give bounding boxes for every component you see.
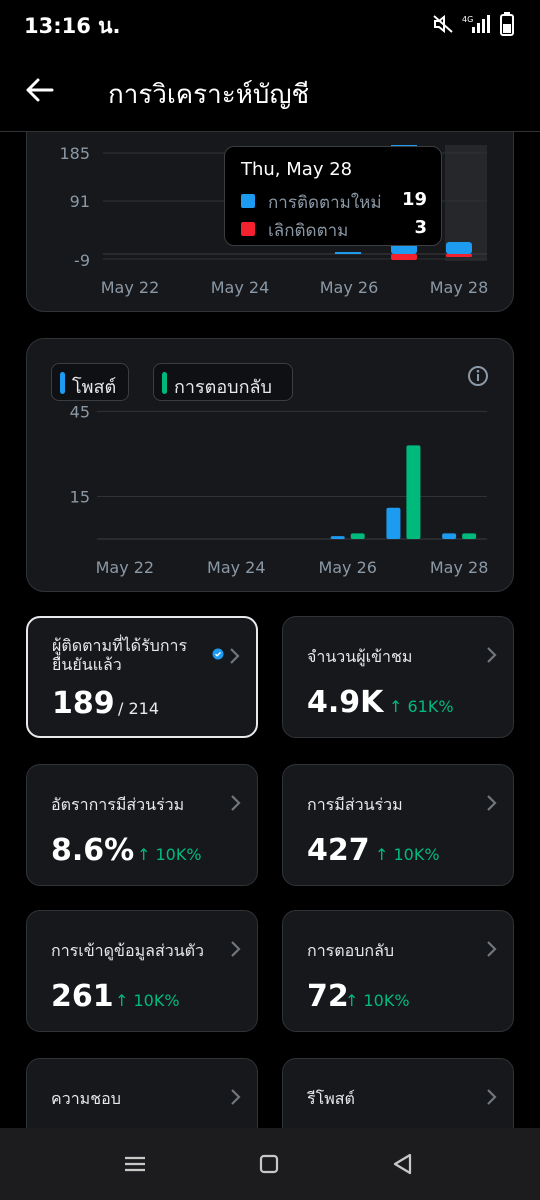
x-tick-label: May 26 — [320, 278, 379, 297]
chevron-right-icon — [487, 647, 497, 663]
stat-label: การมีส่วนร่วม — [307, 795, 403, 814]
chevron-right-icon — [231, 1089, 241, 1105]
svg-text:4G: 4G — [462, 15, 473, 24]
stat-label: รีโพสต์ — [307, 1089, 355, 1108]
bar-new-follows — [446, 242, 472, 254]
y-tick-label: -9 — [74, 251, 90, 270]
bar-new-follows — [335, 252, 361, 254]
stat-card-impressions[interactable]: จำนวนผู้เข้าชม 4.9K ↑ 61K% — [282, 616, 514, 738]
battery-icon — [500, 12, 514, 36]
tooltip-row: การติดตามใหม่ 19 — [241, 189, 427, 213]
bar-posts — [330, 536, 345, 539]
stat-change: ↑ 10K% — [345, 991, 410, 1010]
y-tick-label: 45 — [70, 402, 90, 421]
tooltip-date: Thu, May 28 — [241, 159, 353, 180]
x-tick-label: May 28 — [430, 278, 489, 297]
stat-change: ↑ 10K% — [137, 845, 202, 864]
x-tick-label: May 22 — [101, 278, 160, 297]
stat-total: / 214 — [118, 699, 160, 718]
bar-replies — [406, 445, 421, 539]
page-title: การวิเคราะห์บัญชี — [108, 80, 310, 110]
stat-label: การตอบกลับ — [307, 941, 395, 960]
chevron-right-icon — [230, 648, 240, 664]
stat-card-replies[interactable]: การตอบกลับ 72 ↑ 10K% — [282, 910, 514, 1032]
stat-card-engagements[interactable]: การมีส่วนร่วม 427 ↑ 10K% — [282, 764, 514, 886]
bar-unfollows — [446, 254, 472, 257]
stat-change: ↑ 10K% — [115, 991, 180, 1010]
stat-value: 427 — [307, 833, 370, 868]
bar-replies — [462, 533, 477, 539]
bar-unfollows — [391, 254, 417, 260]
y-tick-label: 91 — [70, 192, 90, 211]
tooltip-label: เลิกติดตาม — [268, 221, 349, 241]
x-tick-label: May 22 — [96, 558, 155, 577]
tooltip-value: 3 — [414, 217, 427, 238]
app-header: การวิเคราะห์บัญชี — [0, 48, 540, 132]
menu-icon[interactable] — [120, 1150, 150, 1178]
x-tick-label: May 24 — [207, 558, 266, 577]
stat-label: จำนวนผู้เข้าชม — [307, 647, 413, 666]
posts-replies-chart: 45 15 May 22 May 24 May 26 May 28 — [70, 402, 489, 577]
mute-icon — [433, 14, 453, 34]
status-bar: 13:16 น. 4G — [0, 0, 540, 48]
chevron-right-icon — [487, 1089, 497, 1105]
stat-value: 8.6% — [51, 833, 135, 868]
legend-swatch-blue — [241, 194, 255, 208]
signal-icon: 4G — [462, 15, 490, 33]
verified-badge-icon — [212, 648, 224, 660]
y-tick-label: 185 — [59, 144, 90, 163]
bar-replies — [350, 533, 365, 539]
chevron-right-icon — [487, 795, 497, 811]
stat-value: 189 — [52, 686, 115, 721]
stat-value: 261 — [51, 979, 114, 1014]
chevron-right-icon — [231, 941, 241, 957]
stat-label: การเข้าดูข้อมูลส่วนตัว — [51, 941, 205, 960]
posts-replies-chart-card: โพสต์ การตอบกลับ 45 15 May 22 May 24 May 26… — [26, 338, 514, 592]
bar-posts — [442, 533, 457, 539]
legend-swatch-red — [241, 222, 255, 236]
status-icons: 4G — [432, 12, 514, 36]
stat-label: ผู้ติดตามที่ได้รับการยืนยันแล้ว — [52, 636, 188, 674]
stat-label: ความชอบ — [51, 1089, 121, 1108]
stat-card-engagement-rate[interactable]: อัตราการมีส่วนร่วม 8.6% ↑ 10K% — [26, 764, 258, 886]
chart-tooltip: Thu, May 28 การติดตามใหม่ 19 เลิกติดตาม … — [224, 146, 442, 246]
system-nav-bar — [0, 1128, 540, 1200]
stat-change: ↑ 61K% — [389, 697, 454, 716]
status-time: 13:16 น. — [24, 14, 121, 38]
x-tick-label: May 26 — [318, 558, 377, 577]
x-tick-label: May 24 — [211, 278, 270, 297]
tooltip-row: เลิกติดตาม 3 — [241, 217, 427, 241]
chevron-right-icon — [231, 795, 241, 811]
bar-posts — [386, 507, 401, 539]
stat-card-verified-followers[interactable]: ผู้ติดตามที่ได้รับการยืนยันแล้ว 189 / 21… — [26, 616, 258, 738]
x-tick-label: May 28 — [430, 558, 489, 577]
stat-label: อัตราการมีส่วนร่วม — [51, 795, 185, 814]
stat-value: 72 — [307, 979, 349, 1014]
chevron-right-icon — [487, 941, 497, 957]
home-square-icon[interactable] — [254, 1150, 284, 1178]
y-tick-label: 15 — [70, 487, 90, 506]
tooltip-value: 19 — [401, 189, 427, 210]
stat-change: ↑ 10K% — [375, 845, 440, 864]
stat-card-profile-visits[interactable]: การเข้าดูข้อมูลส่วนตัว 261 ↑ 10K% — [26, 910, 258, 1032]
arrow-left-icon[interactable] — [22, 72, 62, 108]
stat-value: 4.9K — [307, 685, 384, 720]
tooltip-label: การติดตามใหม่ — [268, 193, 382, 213]
back-triangle-icon[interactable] — [388, 1150, 418, 1178]
